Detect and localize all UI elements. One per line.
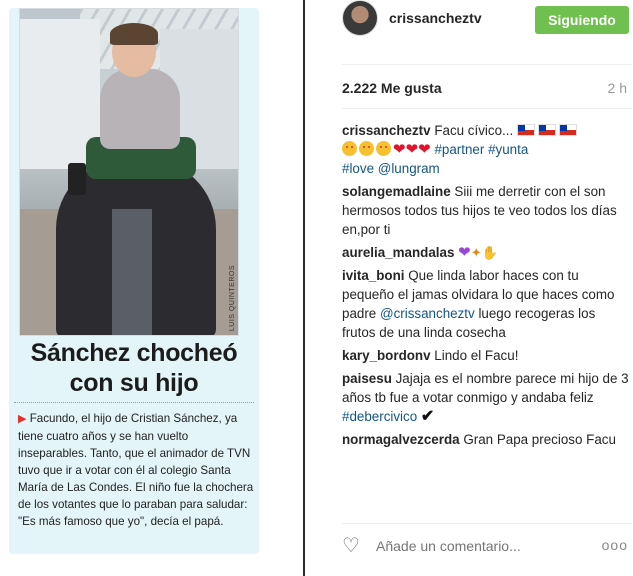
comment-input[interactable] — [376, 538, 576, 554]
clipping-divider — [14, 402, 254, 403]
comment: paisesu Jajaja es el nombre parece mi hi… — [342, 369, 632, 426]
caption-hashtags-2[interactable]: #love @lungram — [342, 161, 440, 176]
purple-heart-icon: ❤ — [458, 244, 471, 261]
magazine-clipping: LUIS QUINTEROS Sánchez chocheó con su hi… — [0, 0, 304, 576]
footer-divider — [342, 523, 632, 524]
chile-flag-icon — [516, 124, 535, 136]
heart-outline-icon[interactable]: ♡ — [342, 536, 360, 556]
party-popper-icon: ✦ — [470, 245, 482, 260]
comment-username[interactable]: aurelia_mandalas — [342, 245, 454, 260]
more-options-icon[interactable]: ooo — [602, 537, 628, 553]
caption: crissancheztv Facu cívico... ❤❤❤ #partne… — [342, 121, 632, 178]
clapping-hands-icon: ✋ — [481, 245, 498, 260]
headline-line-1: Sánchez chocheó — [30, 339, 238, 367]
comment-username[interactable]: crissancheztv — [342, 123, 431, 138]
clipping-body: ▶ Facundo, el hijo de Cristian Sánchez, … — [18, 410, 254, 530]
likes-count[interactable]: 2.222 Me gusta — [342, 80, 442, 96]
avatar[interactable] — [342, 0, 378, 36]
red-heart-icon: ❤ — [405, 141, 419, 158]
photo-father-and-son: LUIS QUINTEROS — [19, 8, 239, 336]
comment-username[interactable]: solangemadlaine — [342, 184, 451, 199]
comment: aurelia_mandalas ❤✦✋ — [342, 243, 632, 262]
heart-eyes-emoji-icon — [359, 141, 374, 156]
instagram-panel: crissancheztv Siguiendo 2.222 Me gusta 2… — [305, 0, 633, 576]
caption-hashtags[interactable]: #partner #yunta — [434, 142, 528, 157]
comment: solangemadlaine Siii me derretir con el … — [342, 182, 632, 239]
red-heart-icon: ❤ — [393, 141, 406, 158]
comments-list: crissancheztv Facu cívico... ❤❤❤ #partne… — [342, 121, 632, 453]
comment-username[interactable]: kary_bordonv — [342, 348, 431, 363]
comment-username[interactable]: normagalvezcerda — [342, 432, 460, 447]
heart-eyes-emoji-icon — [376, 141, 391, 156]
comment-username[interactable]: paisesu — [342, 371, 392, 386]
red-arrow-icon: ▶ — [18, 413, 27, 425]
comment-text: Gran Papa precioso Facu — [463, 432, 616, 447]
header-divider — [342, 64, 632, 65]
clipping-body-text: Facundo, el hijo de Cristian Sánchez, ya… — [18, 412, 254, 528]
comment-hashtag[interactable]: #debercivico — [342, 409, 417, 424]
comment-username[interactable]: ivita_boni — [342, 268, 405, 283]
caption-text: Facu cívico... — [434, 123, 514, 138]
chile-flag-icon — [558, 124, 577, 136]
comment: normagalvezcerda Gran Papa precioso Facu — [342, 430, 632, 449]
post-time[interactable]: 2 h — [608, 80, 627, 96]
post-username[interactable]: crissancheztv — [389, 10, 482, 26]
photo-credit: LUIS QUINTEROS — [229, 264, 236, 331]
comment-footer: ♡ ooo — [342, 536, 632, 558]
comment-text: Lindo el Facu! — [434, 348, 519, 363]
clipping-headline: Sánchez chocheó con su hijo — [12, 338, 256, 398]
heart-eyes-emoji-icon — [342, 141, 357, 156]
check-mark-icon: ✔ — [420, 408, 435, 425]
red-heart-icon: ❤ — [418, 141, 431, 158]
likes-divider — [342, 108, 632, 109]
following-button[interactable]: Siguiendo — [535, 6, 629, 34]
post-header: crissancheztv Siguiendo — [305, 0, 633, 72]
comment: kary_bordonv Lindo el Facu! — [342, 346, 632, 365]
chile-flag-icon — [537, 124, 556, 136]
comment: ivita_boni Que linda labor haces con tu … — [342, 266, 632, 342]
headline-line-2: con su hijo — [69, 369, 199, 397]
comment-mention[interactable]: @crissancheztv — [380, 306, 475, 321]
